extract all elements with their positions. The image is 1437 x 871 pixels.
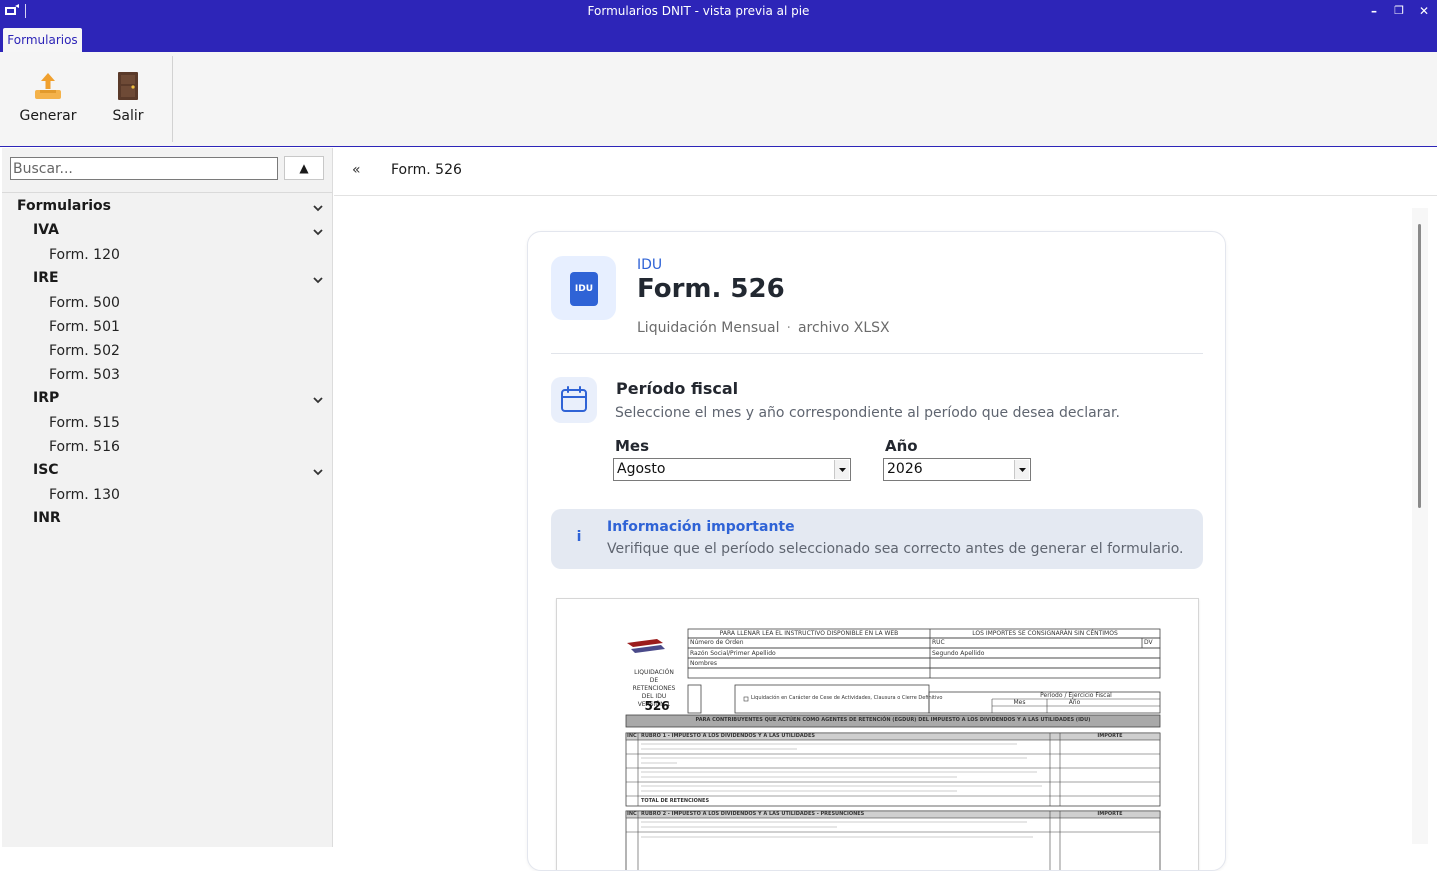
generar-label: Generar [19, 108, 77, 124]
tree-group-ire[interactable]: IRE [33, 268, 59, 288]
tree-group-iva[interactable]: IVA [33, 220, 59, 240]
preview-total: TOTAL DE RETENCIONES [641, 798, 710, 804]
form-file-type: archivo XLSX [797, 320, 890, 336]
preview-inc-1: INC [627, 733, 637, 739]
tree-item-form-130[interactable]: Form. 130 [49, 485, 120, 505]
search-input[interactable] [10, 157, 278, 180]
content-header: « Form. 526 [334, 148, 1437, 196]
upload-icon [35, 73, 61, 99]
tab-formularios[interactable]: Formularios [3, 28, 82, 52]
month-select[interactable]: Agosto [613, 458, 851, 481]
tree-item-form-500[interactable]: Form. 500 [49, 293, 120, 313]
salir-label: Salir [112, 108, 144, 124]
restore-button[interactable]: ❐ [1389, 2, 1409, 20]
tree-group-inr[interactable]: INR [33, 508, 61, 528]
info-text: Verifique que el período seleccionado se… [607, 541, 1184, 557]
calendar-icon [561, 386, 587, 412]
chevron-down-icon[interactable] [310, 270, 326, 290]
tree-group-isc[interactable]: ISC [33, 460, 59, 480]
tree-item-form-515[interactable]: Form. 515 [49, 413, 120, 433]
ribbon-tabstrip: Formularios [0, 24, 1437, 52]
year-label: Año [885, 437, 918, 455]
month-value: Agosto [617, 461, 666, 477]
info-title: Información importante [607, 519, 795, 535]
sidebar: ▲ Formularios IVA Form. 120 IRE Form. 50… [2, 148, 333, 847]
chevron-down-icon[interactable] [310, 462, 326, 482]
preview-rubro-2: RUBRO 2 - IMPUESTO A LOS DIVIDENDOS Y A … [641, 811, 865, 817]
form-title: Form. 526 [637, 274, 785, 304]
tree-group-irp[interactable]: IRP [33, 388, 59, 408]
sidebar-divider [2, 192, 332, 193]
preview-row-cese: Liquidación en Carácter de Cese de Activ… [751, 695, 943, 701]
preview-row-nombres: Nombres [690, 660, 717, 667]
tree-item-form-120[interactable]: Form. 120 [49, 245, 120, 265]
collapse-sidebar-button[interactable]: « [352, 162, 361, 178]
year-select[interactable]: 2026 [883, 458, 1031, 481]
dropdown-arrow-icon [1019, 468, 1026, 472]
tree-item-form-502[interactable]: Form. 502 [49, 341, 120, 361]
form-badge-label: IDU [570, 272, 598, 306]
ribbon: Generar Salir [0, 52, 1437, 147]
form-preview: LIQUIDACIÓN DE RETENCIONES DEL IDU VERSI… [556, 598, 1199, 870]
dropdown-arrow-icon [839, 468, 846, 472]
preview-banner: PARA CONTRIBUYENTES QUE ACTÚEN COMO AGEN… [695, 717, 1091, 723]
form-card: IDU IDU Form. 526 Liquidación Mensual · ar… [527, 231, 1226, 871]
chevron-down-icon[interactable] [310, 390, 326, 410]
preview-row-dv: DV [1144, 639, 1153, 646]
tree-root-formularios[interactable]: Formularios [17, 196, 111, 216]
form-meta: Liquidación Mensual · archivo XLSX [637, 320, 890, 336]
tree-item-form-516[interactable]: Form. 516 [49, 437, 120, 457]
preview-row-razon: Razón Social/Primer Apellido [690, 650, 776, 657]
title-bar: Formularios DNIT - vista previa al pie –… [0, 0, 1437, 24]
meta-separator: · [786, 320, 791, 336]
chevron-down-icon[interactable] [310, 222, 326, 242]
preview-head-left: PARA LLENAR LEA EL INSTRUCTIVO DISPONIBL… [719, 630, 899, 637]
preview-importe-1: IMPORTE [1097, 733, 1123, 739]
set-logo-icon [627, 639, 665, 653]
ribbon-divider [172, 56, 173, 142]
calendar-badge [551, 377, 597, 423]
door-icon [118, 72, 138, 100]
scrollbar-thumb[interactable] [1418, 224, 1421, 508]
preview-row-periodo: Período / Ejercicio Fiscal [1040, 692, 1112, 699]
close-button[interactable]: ✕ [1414, 2, 1434, 20]
salir-button[interactable]: Salir [104, 70, 152, 124]
minimize-button[interactable]: – [1364, 2, 1384, 20]
generar-button[interactable]: Generar [16, 70, 80, 124]
preview-row-mes: Mes [1013, 699, 1026, 706]
preview-importe-2: IMPORTE [1097, 811, 1123, 817]
month-dropdown-button[interactable] [834, 460, 849, 479]
preview-head-right: LOS IMPORTES SE CONSIGNARÁN SIN CÉNTIMOS [972, 630, 1118, 637]
year-dropdown-button[interactable] [1014, 460, 1029, 479]
form-badge: IDU [551, 256, 616, 320]
year-value: 2026 [887, 461, 923, 477]
preview-inc-2: INC [627, 811, 637, 817]
preview-row-segundo: Segundo Apellido [932, 650, 985, 657]
tree-item-form-503[interactable]: Form. 503 [49, 365, 120, 385]
breadcrumb: Form. 526 [391, 162, 462, 178]
card-divider [551, 353, 1203, 354]
preview-row-ano: Año [1068, 699, 1081, 706]
form-kind: IDU [637, 257, 663, 273]
tree-item-form-501[interactable]: Form. 501 [49, 317, 120, 337]
info-banner: i Información importante Verifique que e… [551, 509, 1203, 569]
form-frequency: Liquidación Mensual [637, 320, 780, 336]
info-icon: i [576, 529, 582, 545]
month-label: Mes [615, 437, 650, 455]
preview-row-orden: Número de Orden [690, 639, 744, 646]
preview-row-ruc: RUC [932, 639, 945, 646]
preview-rubro-1: RUBRO 1 - IMPUESTO A LOS DIVIDENDOS Y A … [641, 733, 815, 739]
chevron-down-icon[interactable] [310, 198, 326, 218]
period-description: Seleccione el mes y año correspondiente … [615, 405, 1120, 421]
sort-button[interactable]: ▲ [284, 156, 324, 180]
preview-form-number: 526 [644, 699, 670, 713]
window-title: Formularios DNIT - vista previa al pie [587, 4, 810, 18]
period-title: Período fiscal [616, 379, 739, 398]
content-scrollbar[interactable] [1412, 208, 1428, 844]
